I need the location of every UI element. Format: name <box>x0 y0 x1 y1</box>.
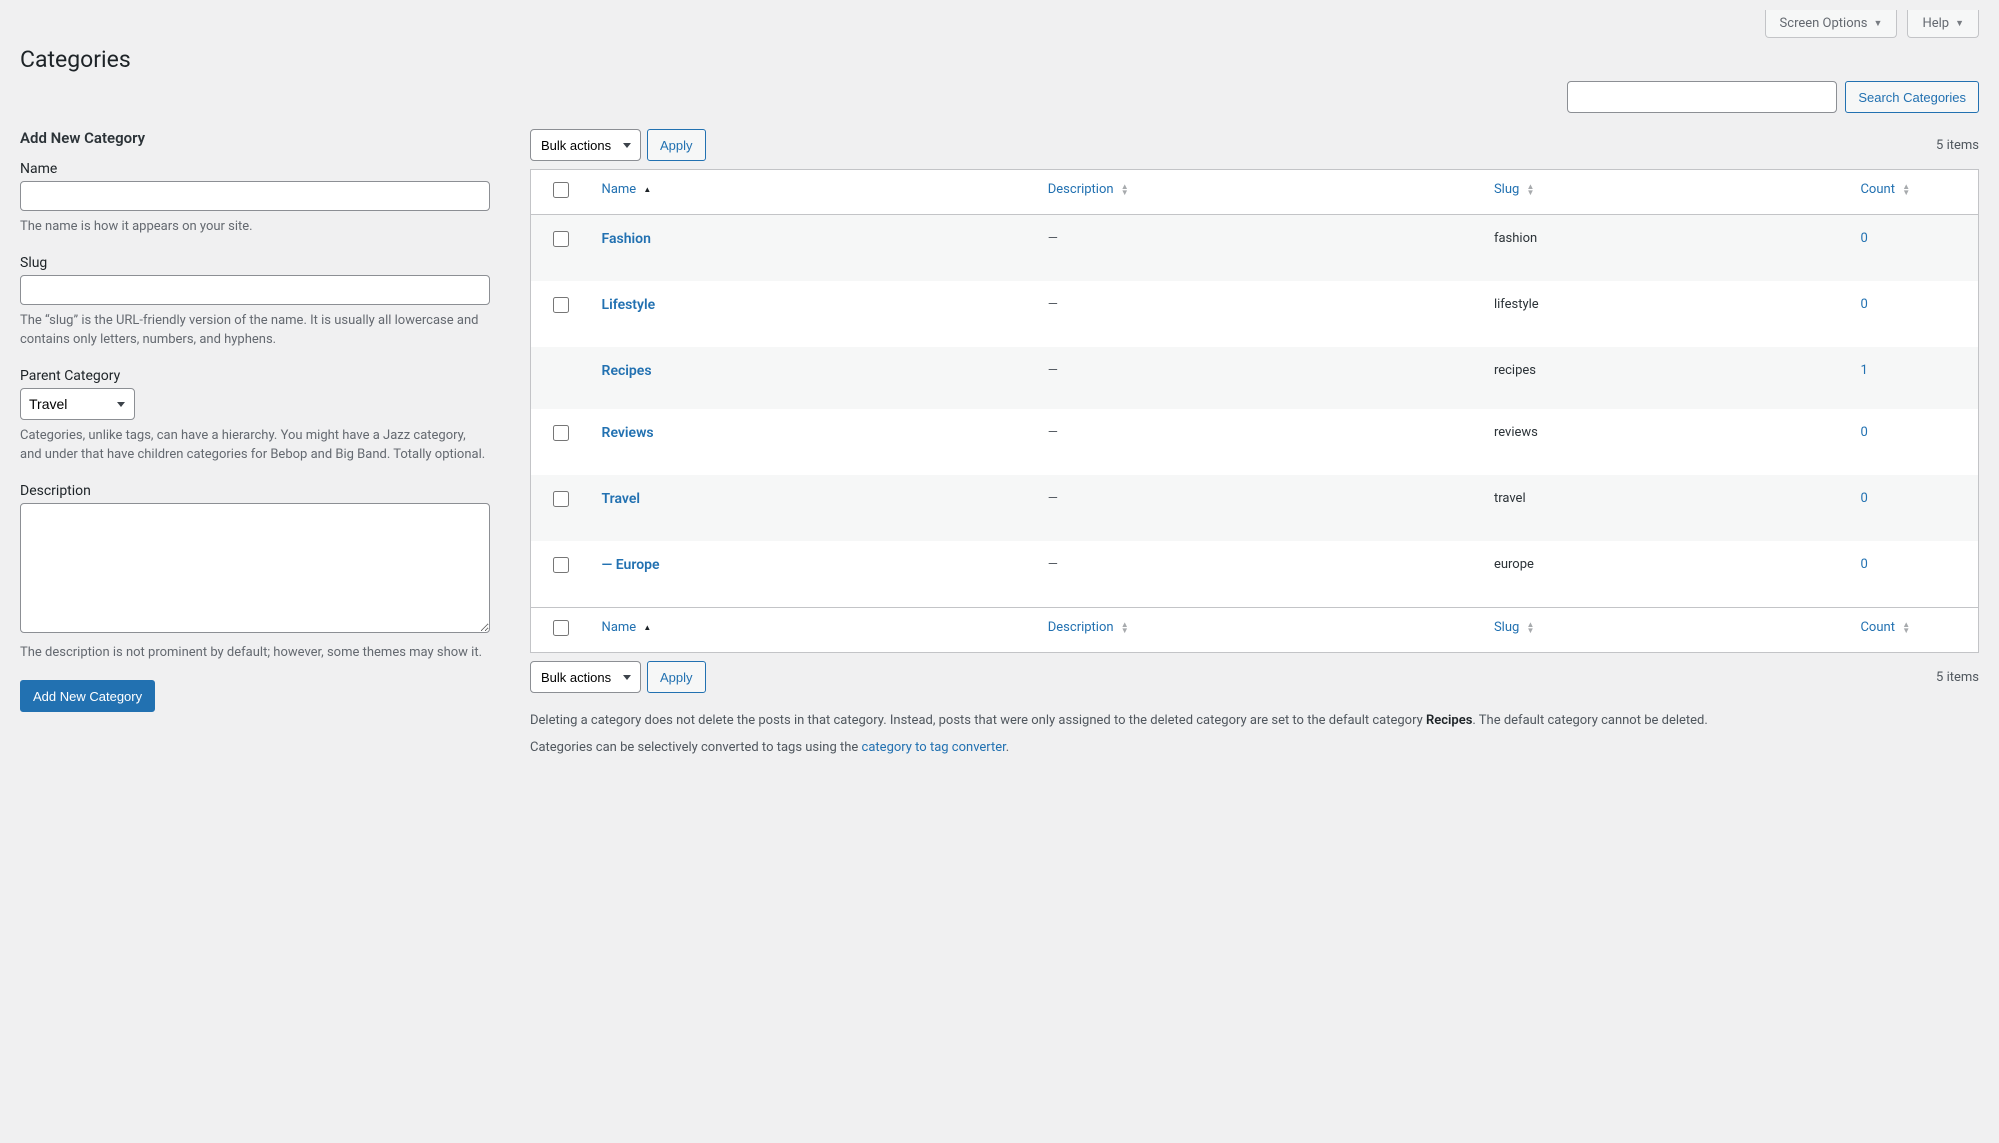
col-count-header[interactable]: Count ▲▼ <box>1850 170 1978 215</box>
name-input[interactable] <box>20 181 490 211</box>
description-cell: — <box>1048 425 1058 440</box>
apply-button-bottom[interactable]: Apply <box>647 661 706 693</box>
category-link[interactable]: — Europe <box>602 557 660 573</box>
description-cell: — <box>1048 297 1058 312</box>
apply-button-top[interactable]: Apply <box>647 129 706 161</box>
sort-icon: ▲▼ <box>1121 622 1129 634</box>
parent-label: Parent Category <box>20 368 490 384</box>
bulk-actions-select-bottom[interactable]: Bulk actions <box>530 661 641 693</box>
count-link[interactable]: 0 <box>1860 557 1867 572</box>
sort-asc-icon: ▲ <box>643 187 651 193</box>
description-cell: — <box>1048 491 1058 506</box>
table-row: Recipes — recipes 1 <box>531 347 1978 409</box>
categories-table: Name ▲ Description ▲▼ Slug ▲▼ Count ▲▼ <box>530 169 1979 653</box>
col-description-header[interactable]: Description ▲▼ <box>1038 170 1484 215</box>
category-to-tag-link[interactable]: category to tag converter <box>862 740 1006 755</box>
count-link[interactable]: 1 <box>1860 363 1867 378</box>
col-slug-header[interactable]: Slug ▲▼ <box>1484 170 1851 215</box>
count-link[interactable]: 0 <box>1860 425 1867 440</box>
slug-desc: The “slug” is the URL-friendly version o… <box>20 311 490 350</box>
slug-cell: reviews <box>1484 409 1851 475</box>
chevron-down-icon: ▼ <box>1874 18 1883 29</box>
search-button[interactable]: Search Categories <box>1845 81 1979 113</box>
item-count-bottom: 5 items <box>1936 670 1979 685</box>
count-link[interactable]: 0 <box>1860 491 1867 506</box>
name-label: Name <box>20 161 490 177</box>
chevron-down-icon: ▼ <box>1955 18 1964 29</box>
sort-icon: ▲▼ <box>1902 184 1910 196</box>
submit-button[interactable]: Add New Category <box>20 680 155 712</box>
slug-input[interactable] <box>20 275 490 305</box>
description-label: Description <box>20 483 490 499</box>
table-row: Lifestyle — lifestyle 0 <box>531 281 1978 347</box>
category-link[interactable]: Lifestyle <box>602 297 656 313</box>
footer-note: Deleting a category does not delete the … <box>530 711 1979 759</box>
count-link[interactable]: 0 <box>1860 231 1867 246</box>
slug-cell: europe <box>1484 541 1851 607</box>
count-link[interactable]: 0 <box>1860 297 1867 312</box>
table-row: Travel — travel 0 <box>531 475 1978 541</box>
help-tab[interactable]: Help ▼ <box>1907 10 1979 38</box>
select-all-bottom[interactable] <box>553 620 569 636</box>
category-link[interactable]: Reviews <box>602 425 654 441</box>
table-row: — Europe — europe 0 <box>531 541 1978 607</box>
category-link[interactable]: Travel <box>602 491 640 507</box>
category-link[interactable]: Recipes <box>602 363 652 379</box>
sort-icon: ▲▼ <box>1527 622 1535 634</box>
table-row: Fashion — fashion 0 <box>531 215 1978 281</box>
page-title: Categories <box>20 46 131 73</box>
row-checkbox[interactable] <box>553 231 569 247</box>
table-row: Reviews — reviews 0 <box>531 409 1978 475</box>
slug-cell: lifestyle <box>1484 281 1851 347</box>
search-input[interactable] <box>1567 81 1837 113</box>
col-description-footer[interactable]: Description ▲▼ <box>1038 607 1484 652</box>
description-cell: — <box>1048 231 1058 246</box>
item-count-top: 5 items <box>1936 138 1979 153</box>
slug-label: Slug <box>20 255 490 271</box>
bulk-actions-select-top[interactable]: Bulk actions <box>530 129 641 161</box>
sort-asc-icon: ▲ <box>643 625 651 631</box>
slug-cell: travel <box>1484 475 1851 541</box>
form-heading: Add New Category <box>20 129 490 147</box>
slug-cell: fashion <box>1484 215 1851 281</box>
sort-icon: ▲▼ <box>1527 184 1535 196</box>
category-link[interactable]: Fashion <box>602 231 651 247</box>
row-checkbox[interactable] <box>553 297 569 313</box>
col-name-footer[interactable]: Name ▲ <box>592 607 1038 652</box>
description-desc: The description is not prominent by defa… <box>20 643 490 663</box>
row-checkbox[interactable] <box>553 557 569 573</box>
row-checkbox[interactable] <box>553 491 569 507</box>
sort-icon: ▲▼ <box>1902 622 1910 634</box>
description-cell: — <box>1048 363 1058 378</box>
description-textarea[interactable] <box>20 503 490 633</box>
parent-desc: Categories, unlike tags, can have a hier… <box>20 426 490 465</box>
parent-select[interactable]: Travel <box>20 388 135 420</box>
col-name-header[interactable]: Name ▲ <box>592 170 1038 215</box>
sort-icon: ▲▼ <box>1121 184 1129 196</box>
screen-options-tab[interactable]: Screen Options ▼ <box>1765 10 1898 38</box>
row-checkbox[interactable] <box>553 425 569 441</box>
slug-cell: recipes <box>1484 347 1851 409</box>
name-desc: The name is how it appears on your site. <box>20 217 490 237</box>
col-slug-footer[interactable]: Slug ▲▼ <box>1484 607 1851 652</box>
col-count-footer[interactable]: Count ▲▼ <box>1850 607 1978 652</box>
description-cell: — <box>1048 557 1058 572</box>
help-label: Help <box>1922 16 1949 31</box>
select-all-top[interactable] <box>553 182 569 198</box>
screen-options-label: Screen Options <box>1780 16 1868 31</box>
